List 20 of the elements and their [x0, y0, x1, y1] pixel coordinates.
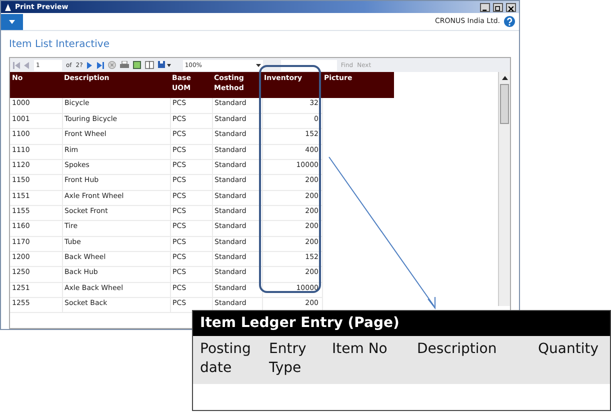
- scrollbar-thumb[interactable]: [500, 84, 509, 124]
- caret-icon: [9, 20, 15, 24]
- scroll-up-icon[interactable]: [500, 74, 508, 82]
- column-header: Item No: [332, 340, 388, 359]
- caret-icon: [256, 64, 261, 66]
- column-header: Description: [417, 340, 498, 359]
- scrollbar[interactable]: [498, 72, 510, 306]
- menu-button[interactable]: [1, 14, 23, 30]
- last-page-icon[interactable]: [96, 62, 104, 68]
- column-header: Posting date: [200, 340, 252, 378]
- page-title: Item List Interactive: [9, 39, 110, 51]
- save-icon[interactable]: [158, 61, 171, 69]
- help-icon[interactable]: [504, 16, 515, 27]
- column-header: Entry Type: [269, 340, 308, 378]
- print-icon[interactable]: [120, 61, 129, 69]
- column-header: Quantity: [538, 340, 600, 359]
- close-button[interactable]: [507, 4, 515, 12]
- callout-title: Item Ledger Entry (Page): [193, 311, 610, 336]
- maximize-button[interactable]: [494, 4, 502, 12]
- next-page-icon[interactable]: [86, 62, 93, 68]
